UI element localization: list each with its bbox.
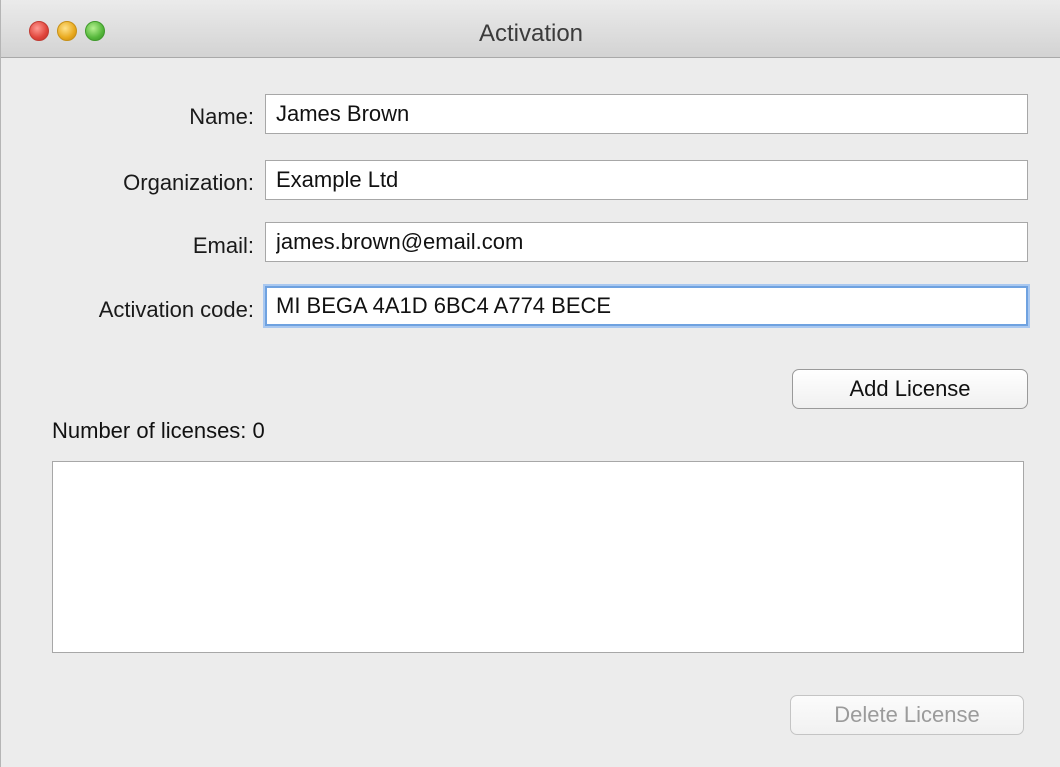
license-list[interactable] — [52, 461, 1024, 653]
delete-license-button[interactable]: Delete License — [790, 695, 1024, 735]
name-label: Name: — [189, 104, 254, 129]
add-license-button[interactable]: Add License — [792, 369, 1028, 409]
license-count-value: 0 — [252, 418, 265, 443]
organization-label: Organization: — [123, 170, 254, 195]
organization-field[interactable] — [265, 160, 1028, 200]
email-field[interactable] — [265, 222, 1028, 262]
license-count-label: Number of licenses: — [52, 418, 247, 443]
activation-window: Activation Name: Organization: Email: Ac… — [0, 0, 1060, 767]
email-label: Email: — [192, 233, 254, 258]
license-count-row: Number of licenses: 0 — [52, 418, 265, 444]
window-title: Activation — [478, 20, 584, 47]
activation-code-field[interactable] — [265, 286, 1028, 326]
activation-code-label: Activation code: — [98, 297, 254, 322]
name-field[interactable] — [265, 94, 1028, 134]
title-bar[interactable]: Activation — [1, 0, 1060, 58]
